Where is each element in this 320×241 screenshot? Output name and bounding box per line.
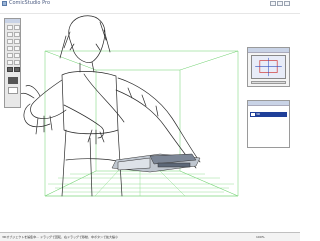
layer-panel: 3D: [247, 100, 290, 148]
shape-icon[interactable]: [14, 46, 20, 51]
navigator-crosshair-icon: [255, 57, 282, 77]
layer-name: 3D: [256, 112, 261, 116]
text-icon[interactable]: [14, 53, 20, 58]
pen-icon[interactable]: [7, 32, 13, 37]
select-arrow-icon[interactable]: [7, 25, 13, 30]
brush-icon[interactable]: [7, 39, 13, 44]
navigator-preview[interactable]: [251, 55, 286, 79]
hand-icon[interactable]: [7, 60, 13, 65]
tool-option-dark-1[interactable]: [7, 67, 13, 72]
pencil-icon[interactable]: [14, 32, 20, 37]
toolbox-title-bar: [5, 19, 20, 23]
layer-thumbnail: [251, 113, 255, 116]
zoom-icon[interactable]: [14, 60, 20, 65]
toolbox: [4, 18, 21, 108]
layer-row-selected[interactable]: 3D: [250, 112, 287, 117]
maximize-button[interactable]: [277, 1, 283, 6]
close-button[interactable]: [284, 1, 290, 6]
menu-bar: [0, 7, 300, 14]
zoom-readout: 100%: [256, 235, 265, 239]
3d-object: [111, 153, 201, 173]
zoom-slider[interactable]: [251, 81, 286, 84]
3d-bounding-box: [44, 50, 239, 197]
title-bar: ComicStudio Pro: [0, 0, 300, 7]
line-icon[interactable]: [7, 46, 13, 51]
fill-icon[interactable]: [7, 53, 13, 58]
tool-option-dark-2[interactable]: [14, 67, 20, 72]
status-message: 3Dオブジェクトを編集中... ドラッグで回転、右ドラッグで移動、中ボタンで拡大…: [2, 235, 119, 239]
app-icon: [2, 1, 7, 6]
navigator-title-bar: [248, 48, 289, 53]
main-color-swatch[interactable]: [8, 77, 18, 84]
layer-title-bar: [248, 101, 289, 106]
eraser-icon[interactable]: [14, 39, 20, 44]
sub-color-swatch[interactable]: [8, 87, 18, 94]
window-title: ComicStudio Pro: [9, 0, 51, 6]
navigator-panel: [247, 47, 290, 87]
lasso-icon[interactable]: [14, 25, 20, 30]
minimize-button[interactable]: [270, 1, 276, 6]
ground-grid: [44, 170, 239, 197]
